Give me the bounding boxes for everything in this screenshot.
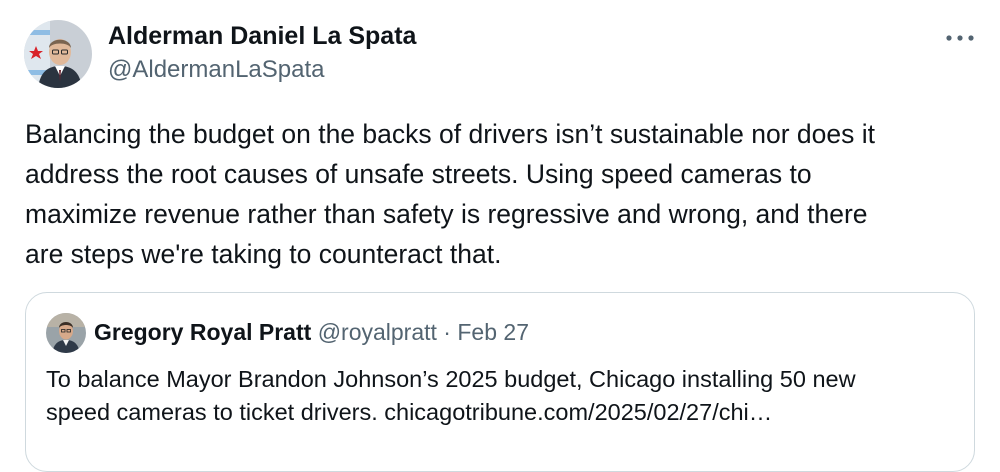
quote-tweet-card[interactable]: Gregory Royal Pratt @royalpratt · Feb 27… [25,292,975,472]
more-options-icon [946,35,974,41]
tweet-text: Balancing the budget on the backs of dri… [25,119,875,269]
more-options-button[interactable] [938,20,982,56]
quote-text: To balance Mayor Brandon Johnson’s 2025 … [46,366,856,425]
quote-header: Gregory Royal Pratt @royalpratt · Feb 27 [94,317,529,347]
quote-separator: · [436,319,458,345]
profile-photo-icon [24,20,92,88]
profile-photo-icon [46,313,86,353]
author-handle[interactable]: @AldermanLaSpata [108,54,325,86]
quote-date[interactable]: Feb 27 [457,319,529,345]
quote-author-handle[interactable]: @royalpratt [318,319,437,345]
author-avatar[interactable] [24,20,92,88]
quote-author-avatar[interactable] [46,313,86,353]
quote-handle-text: @royalpratt [317,319,437,345]
author-display-name[interactable]: Alderman Daniel La Spata [108,20,416,52]
quote-author-name[interactable]: Gregory Royal Pratt [94,319,311,345]
